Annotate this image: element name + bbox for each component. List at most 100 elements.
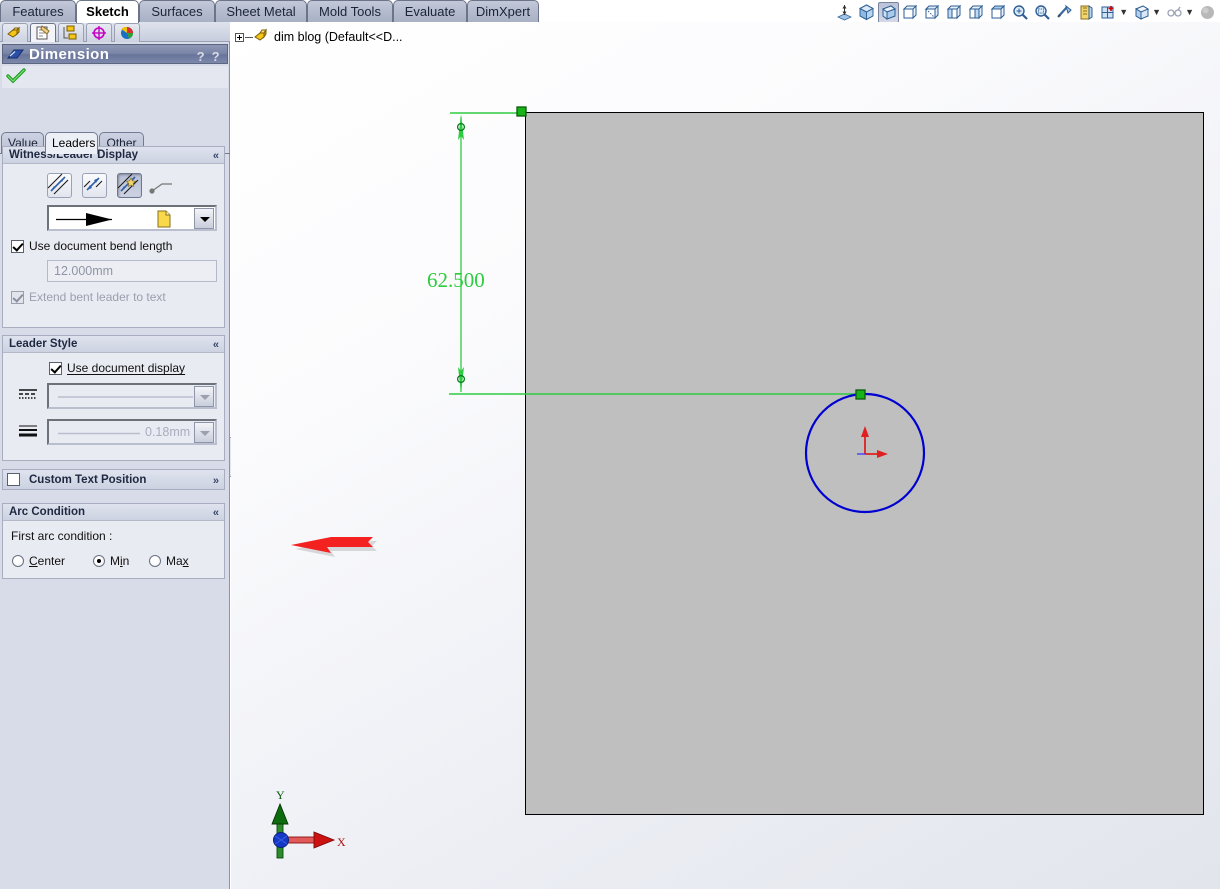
collapse-chevron-icon[interactable]: « — [213, 337, 219, 353]
red-annotation-arrow — [291, 537, 377, 557]
group-leader-style-body: Use document display 0.18mm — [3, 353, 224, 460]
property-manager-action-row — [2, 66, 228, 88]
expand-chevron-icon[interactable]: » — [213, 471, 219, 491]
view-orientation-isometric-icon[interactable] — [856, 2, 877, 23]
smart-witness-lines-button[interactable] — [117, 173, 142, 198]
arc-condition-max-radio[interactable] — [149, 555, 161, 567]
leader-line-style-combo[interactable] — [47, 383, 217, 409]
custom-text-position-checkbox[interactable] — [7, 473, 20, 486]
leader-line-thickness-dropdown-button[interactable] — [194, 422, 214, 443]
solidworks-window: Features Sketch Surfaces Sheet Metal Mol… — [0, 0, 1220, 889]
group-leader-style: Leader Style « Use document display 0.18… — [2, 335, 225, 461]
tab-surfaces[interactable]: Surfaces — [139, 0, 215, 22]
line-thickness-icon — [19, 424, 37, 441]
view-orientation-top-icon[interactable] — [988, 2, 1009, 23]
tab-sheet-metal[interactable]: Sheet Metal — [215, 0, 307, 22]
collapse-chevron-icon[interactable]: « — [213, 505, 219, 521]
apply-scene-icon[interactable] — [1098, 2, 1119, 23]
mnemonic: i — [120, 554, 123, 568]
selected-vertex-top[interactable] — [516, 106, 527, 117]
group-leader-style-title: Leader Style — [9, 338, 78, 350]
display-manager-tab[interactable] — [114, 23, 140, 42]
options-sphere-icon[interactable] — [1197, 2, 1218, 23]
property-manager-tab[interactable] — [30, 23, 56, 42]
arrow-style-dropdown-button[interactable] — [194, 208, 214, 229]
property-manager-title-bar: Dimension ? ? — [2, 44, 228, 64]
configuration-manager-tab[interactable] — [58, 23, 84, 42]
dimxpert-manager-tab[interactable] — [86, 23, 112, 42]
property-manager-panel: Dimension ? ? Value Leaders Other Witnes… — [0, 22, 230, 889]
zoom-to-fit-icon[interactable] — [1010, 2, 1031, 23]
view-heads-up-toolbar: ▼ ▼ ▼ — [834, 1, 1218, 23]
circle-origin-y-arrowhead — [861, 426, 869, 437]
solid-arrowhead-icon — [56, 211, 136, 231]
tab-sketch[interactable]: Sketch — [76, 0, 139, 23]
measure-icon[interactable] — [1054, 2, 1075, 23]
mnemonic: C — [29, 554, 38, 568]
use-document-display-checkbox[interactable] — [49, 362, 62, 375]
bend-length-input[interactable]: 12.000mm — [47, 260, 217, 282]
line-style-icon — [19, 388, 37, 405]
arc-condition-max-label: Max — [166, 554, 189, 568]
extend-bent-leader-to-text-checkbox — [11, 291, 24, 304]
display-style-icon[interactable] — [1131, 2, 1152, 23]
group-witness-leader-display-body: Use document bend length 12.000mm Extend… — [3, 164, 224, 327]
apply-scene-dropdown-arrow[interactable]: ▼ — [1119, 7, 1128, 17]
tab-leaders[interactable]: Leaders — [45, 132, 98, 154]
leader-line-style-dropdown-button[interactable] — [194, 386, 214, 407]
tab-features[interactable]: Features — [0, 0, 76, 22]
arc-condition-min-label: Min — [110, 554, 130, 568]
view-orientation-left-icon[interactable] — [944, 2, 965, 23]
group-arc-condition-header[interactable]: Arc Condition « — [3, 504, 224, 521]
collapse-chevron-icon[interactable]: « — [213, 148, 219, 164]
green-check-ok-icon[interactable] — [6, 68, 26, 88]
triad-y-label: Y — [276, 788, 285, 802]
display-style-dropdown-arrow[interactable]: ▼ — [1152, 7, 1161, 17]
group-custom-text-position-header[interactable]: Custom Text Position » — [2, 469, 225, 490]
group-arc-condition-title: Arc Condition — [9, 506, 86, 518]
mnemonic: x — [182, 554, 189, 568]
help-icon[interactable]: ? — [212, 47, 220, 63]
group-custom-text-position-title: Custom Text Position — [29, 474, 147, 486]
arc-condition-center-rest: enter — [37, 554, 66, 568]
hide-show-items-icon[interactable] — [1164, 2, 1185, 23]
section-properties-icon[interactable] — [1076, 2, 1097, 23]
use-document-bend-length-checkbox[interactable] — [11, 240, 24, 253]
section-view-icon[interactable] — [834, 2, 855, 23]
tab-mold-tools[interactable]: Mold Tools — [307, 0, 393, 22]
arc-condition-center-radio[interactable] — [12, 555, 24, 567]
hide-show-items-dropdown-arrow[interactable]: ▼ — [1185, 7, 1194, 17]
outside-witness-lines-button[interactable] — [47, 173, 72, 198]
graphics-area[interactable]: dim blog (Default<<D... Y X 62.500 — [231, 22, 1220, 889]
group-witness-leader-display-header[interactable]: Witness/Leader Display « — [3, 147, 224, 164]
use-document-display-label: Use document display — [67, 361, 186, 375]
tab-evaluate[interactable]: Evaluate — [393, 0, 467, 22]
dimension-value-text[interactable]: 62.500 — [427, 268, 485, 293]
dimension-icon — [6, 47, 25, 63]
view-orientation-right-icon[interactable] — [966, 2, 987, 23]
selected-vertex-circle-top[interactable] — [855, 389, 866, 400]
view-orientation-trimetric-icon[interactable] — [878, 1, 900, 23]
origin-triad: Y X — [271, 788, 346, 859]
zoom-to-area-icon[interactable] — [1032, 2, 1053, 23]
group-arc-condition-body: First arc condition : Center Min Max — [3, 521, 224, 578]
group-arc-condition: Arc Condition « First arc condition : Ce… — [2, 503, 225, 579]
bent-leader-icon — [149, 180, 174, 198]
whats-this-help-icon[interactable]: ? — [197, 47, 205, 63]
property-manager-title-text: Dimension — [29, 46, 110, 63]
arc-condition-min-radio[interactable] — [93, 555, 105, 567]
triad-x-label: X — [337, 835, 346, 849]
tab-dimxpert[interactable]: DimXpert — [467, 0, 539, 22]
inside-witness-lines-button[interactable] — [82, 173, 107, 198]
use-document-style-icon — [155, 210, 173, 231]
view-orientation-back-icon[interactable] — [922, 2, 943, 23]
first-arc-condition-label: First arc condition : — [11, 529, 113, 543]
feature-manager-design-tree-tab[interactable] — [2, 23, 28, 42]
view-orientation-front-icon[interactable] — [900, 2, 921, 23]
group-leader-style-header[interactable]: Leader Style « — [3, 336, 224, 353]
use-document-bend-length-label: Use document bend length — [29, 239, 173, 253]
sketch-annotations: Y X — [271, 106, 926, 859]
arrow-style-combo[interactable] — [47, 205, 217, 231]
circle-origin-x-arrowhead — [877, 450, 888, 458]
leader-line-thickness-combo[interactable]: 0.18mm — [47, 419, 217, 445]
